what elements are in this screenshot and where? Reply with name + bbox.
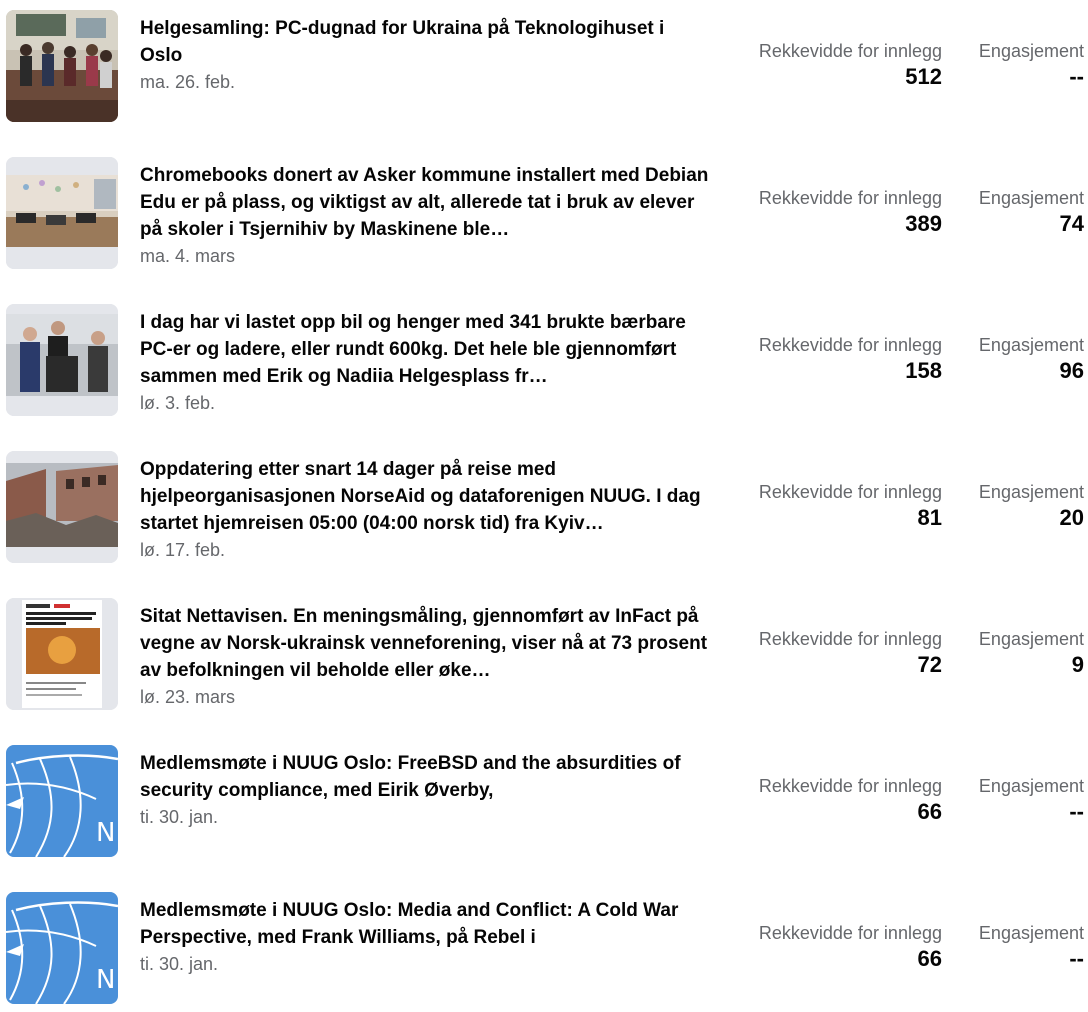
- post-text: Oppdatering etter snart 14 dager på reis…: [140, 456, 710, 563]
- post-date: ti. 30. jan.: [140, 954, 219, 974]
- engagement-metric: Engasjement --: [979, 921, 1084, 973]
- engagement-label: Engasjement: [978, 335, 1084, 355]
- engagement-label: Engasjement: [978, 482, 1084, 502]
- reach-value: 512: [905, 64, 942, 89]
- reach-metric: Rekkevidde for innlegg 389: [759, 186, 942, 238]
- svg-text:N: N: [96, 965, 115, 995]
- engagement-value: --: [1069, 64, 1084, 89]
- post-row[interactable]: Chromebooks donert av Asker kommune inst…: [0, 147, 1088, 277]
- engagement-label: Engasjement: [978, 629, 1084, 649]
- post-row[interactable]: Helgesamling: PC-dugnad for Ukraina på T…: [0, 0, 1088, 130]
- reach-value: 72: [917, 652, 942, 677]
- post-text: Chromebooks donert av Asker kommune inst…: [140, 162, 710, 269]
- reach-label: Rekkevidde for innlegg: [758, 41, 942, 61]
- post-thumbnail[interactable]: N: [6, 892, 118, 1004]
- classroom-group-photo-icon: [6, 10, 118, 122]
- post-title[interactable]: Helgesamling: PC-dugnad for Ukraina på T…: [140, 15, 710, 69]
- news-article-screenshot-icon: [6, 598, 118, 710]
- post-date: lø. 23. mars: [140, 687, 236, 707]
- reach-metric: Rekkevidde for innlegg 72: [759, 627, 942, 679]
- post-date: ma. 4. mars: [140, 246, 236, 266]
- post-text: Medlemsmøte i NUUG Oslo: Media and Confl…: [140, 897, 710, 977]
- post-thumbnail[interactable]: N: [6, 745, 118, 857]
- engagement-metric: Engasjement 20: [979, 480, 1084, 532]
- engagement-label: Engasjement: [978, 923, 1084, 943]
- post-text: Sitat Nettavisen. En meningsmåling, gjen…: [140, 603, 710, 710]
- post-date: lø. 17. feb.: [140, 540, 226, 560]
- svg-text:N: N: [96, 818, 115, 848]
- reach-label: Rekkevidde for innlegg: [758, 923, 942, 943]
- reach-value: 389: [905, 211, 942, 236]
- reach-metric: Rekkevidde for innlegg 81: [759, 480, 942, 532]
- reach-value: 158: [905, 358, 942, 383]
- nuug-logo-icon: N: [6, 745, 118, 857]
- engagement-value: 9: [1071, 652, 1084, 677]
- engagement-value: 74: [1059, 211, 1084, 236]
- classroom-photo-icon: [6, 157, 118, 269]
- engagement-label: Engasjement: [978, 41, 1084, 61]
- engagement-value: 20: [1059, 505, 1084, 530]
- post-date: ti. 30. jan.: [140, 807, 219, 827]
- post-row[interactable]: N Medlemsmøte i NUUG Oslo: Media and Con…: [0, 882, 1088, 1012]
- reach-metric: Rekkevidde for innlegg 512: [759, 39, 942, 91]
- post-title[interactable]: Chromebooks donert av Asker kommune inst…: [140, 162, 710, 243]
- reach-value: 66: [917, 946, 942, 971]
- post-thumbnail[interactable]: [6, 598, 118, 710]
- post-list: Helgesamling: PC-dugnad for Ukraina på T…: [0, 0, 1088, 1004]
- reach-label: Rekkevidde for innlegg: [758, 482, 942, 502]
- post-row[interactable]: Sitat Nettavisen. En meningsmåling, gjen…: [0, 588, 1088, 718]
- post-row[interactable]: I dag har vi lastet opp bil og henger me…: [0, 294, 1088, 424]
- engagement-value: 96: [1059, 358, 1084, 383]
- ruined-building-photo-icon: [6, 451, 118, 563]
- engagement-value: --: [1069, 946, 1084, 971]
- post-text: Helgesamling: PC-dugnad for Ukraina på T…: [140, 15, 710, 95]
- post-title[interactable]: Sitat Nettavisen. En meningsmåling, gjen…: [140, 603, 710, 684]
- reach-label: Rekkevidde for innlegg: [758, 776, 942, 796]
- engagement-metric: Engasjement --: [979, 774, 1084, 826]
- reach-label: Rekkevidde for innlegg: [758, 188, 942, 208]
- post-row[interactable]: Oppdatering etter snart 14 dager på reis…: [0, 441, 1088, 571]
- reach-label: Rekkevidde for innlegg: [758, 335, 942, 355]
- engagement-metric: Engasjement 96: [979, 333, 1084, 385]
- reach-metric: Rekkevidde for innlegg 66: [759, 774, 942, 826]
- engagement-value: --: [1069, 799, 1084, 824]
- post-title[interactable]: Medlemsmøte i NUUG Oslo: FreeBSD and the…: [140, 750, 710, 804]
- nuug-logo-icon: N: [6, 892, 118, 1004]
- post-thumbnail[interactable]: [6, 157, 118, 269]
- reach-value: 81: [917, 505, 942, 530]
- post-thumbnail[interactable]: [6, 304, 118, 416]
- post-title[interactable]: I dag har vi lastet opp bil og henger me…: [140, 309, 710, 390]
- engagement-metric: Engasjement --: [979, 39, 1084, 91]
- people-loading-photo-icon: [6, 304, 118, 416]
- reach-metric: Rekkevidde for innlegg 66: [759, 921, 942, 973]
- post-date: ma. 26. feb.: [140, 72, 236, 92]
- engagement-label: Engasjement: [978, 188, 1084, 208]
- engagement-label: Engasjement: [978, 776, 1084, 796]
- post-text: I dag har vi lastet opp bil og henger me…: [140, 309, 710, 416]
- engagement-metric: Engasjement 74: [979, 186, 1084, 238]
- post-thumbnail[interactable]: [6, 10, 118, 122]
- reach-label: Rekkevidde for innlegg: [758, 629, 942, 649]
- post-title[interactable]: Medlemsmøte i NUUG Oslo: Media and Confl…: [140, 897, 710, 951]
- post-row[interactable]: N Medlemsmøte i NUUG Oslo: FreeBSD and t…: [0, 735, 1088, 865]
- post-title[interactable]: Oppdatering etter snart 14 dager på reis…: [140, 456, 710, 537]
- post-date: lø. 3. feb.: [140, 393, 216, 413]
- post-thumbnail[interactable]: [6, 451, 118, 563]
- reach-value: 66: [917, 799, 942, 824]
- reach-metric: Rekkevidde for innlegg 158: [759, 333, 942, 385]
- post-text: Medlemsmøte i NUUG Oslo: FreeBSD and the…: [140, 750, 710, 830]
- engagement-metric: Engasjement 9: [979, 627, 1084, 679]
